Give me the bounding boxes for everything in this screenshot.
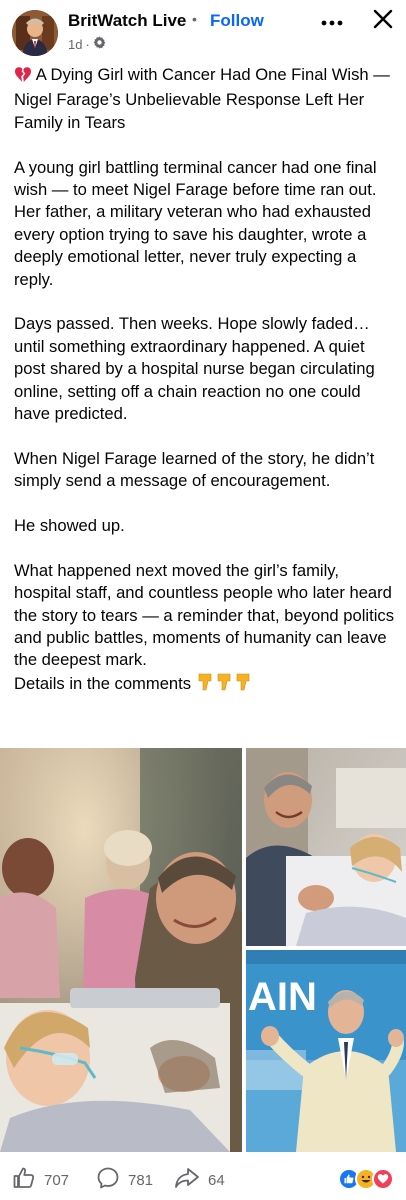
post-time[interactable]: 1d xyxy=(68,37,82,52)
post-meta: 1d · xyxy=(68,36,106,52)
page-name[interactable]: BritWatch Live xyxy=(68,11,186,31)
meta-dot: · xyxy=(85,36,90,52)
header-separator: • xyxy=(192,11,197,27)
close-button[interactable] xyxy=(368,6,398,36)
gear-icon xyxy=(93,36,106,52)
post-title: A Dying Girl with Cancer Had One Final W… xyxy=(14,64,398,134)
broken-heart-icon xyxy=(14,66,32,89)
post-paragraph: He showed up. xyxy=(14,516,125,536)
post-paragraph-last: What happened next moved the girl’s fami… xyxy=(14,560,398,698)
photo-grid: AIN xyxy=(0,748,406,1152)
pointing-down-icon xyxy=(196,672,256,698)
post-paragraph: Days passed. Then weeks. Hope slowly fad… xyxy=(14,314,375,424)
page-avatar[interactable] xyxy=(12,10,58,56)
post-paragraph: What happened next moved the girl’s fami… xyxy=(14,560,394,670)
like-count: 707 xyxy=(44,1171,70,1189)
post-body: A Dying Girl with Cancer Had One Final W… xyxy=(14,64,398,698)
share-button[interactable]: 64 xyxy=(174,1166,225,1194)
share-count: 64 xyxy=(208,1171,225,1189)
post-title-text: A Dying Girl with Cancer Had One Final W… xyxy=(14,65,390,132)
more-options-button[interactable] xyxy=(318,8,346,36)
share-icon xyxy=(174,1166,200,1194)
reaction-summary[interactable] xyxy=(338,1168,394,1190)
photo-hospital-main[interactable] xyxy=(0,748,242,1152)
thumbs-up-icon xyxy=(12,1166,36,1194)
like-button[interactable]: 707 xyxy=(12,1166,69,1194)
follow-button[interactable]: Follow xyxy=(210,11,264,31)
post-cta: Details in the comments xyxy=(14,673,192,693)
photo-speech[interactable]: AIN xyxy=(246,950,406,1152)
love-reaction-icon xyxy=(372,1168,394,1190)
comment-button[interactable]: 781 xyxy=(96,1166,153,1194)
post-paragraph: When Nigel Farage learned of the story, … xyxy=(14,448,375,491)
more-dots-icon xyxy=(321,13,343,31)
sign-text: AIN xyxy=(248,975,317,1019)
post-header: BritWatch Live • Follow 1d · xyxy=(0,0,406,62)
close-icon xyxy=(373,9,393,34)
photo-hospital-bedside[interactable] xyxy=(246,748,406,946)
comment-count: 781 xyxy=(128,1171,154,1189)
comment-icon xyxy=(96,1166,120,1194)
post-actions: 707 781 64 xyxy=(0,1160,406,1200)
post-paragraph: A young girl battling terminal cancer ha… xyxy=(14,157,377,289)
